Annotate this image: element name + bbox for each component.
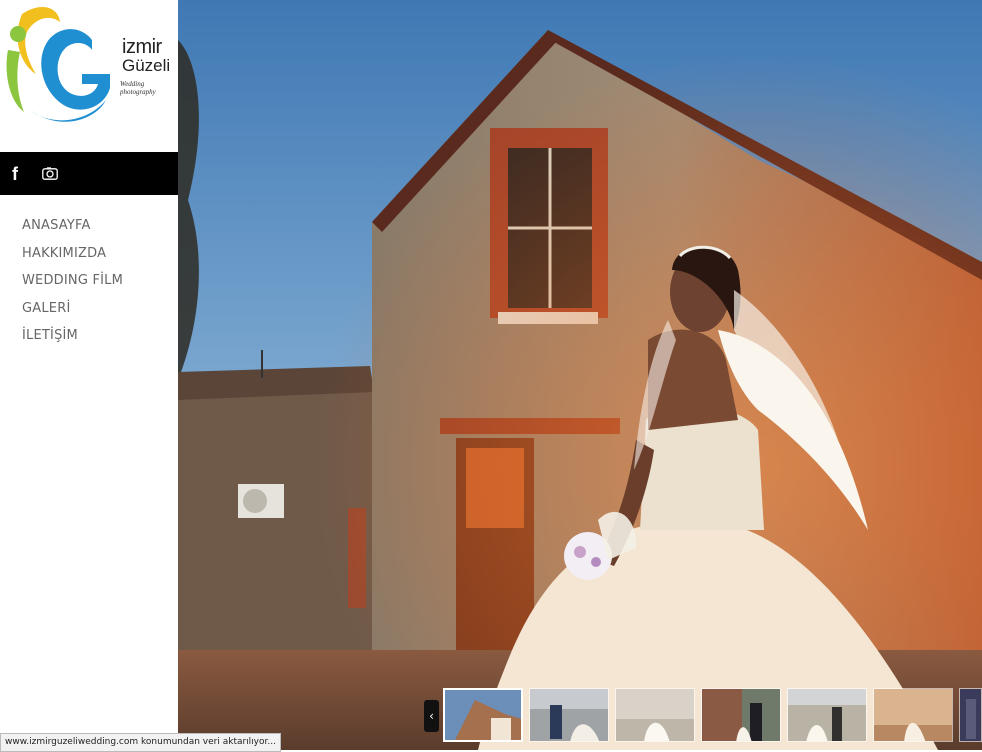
nav-item-iletisim[interactable]: İLETİŞİM [22, 326, 123, 354]
browser-status-bar: www.izmirguzeliwedding.com konumundan ve… [0, 733, 281, 752]
gallery-thumbnail[interactable] [873, 688, 953, 742]
gallery-thumbnail[interactable] [443, 688, 523, 742]
gallery-thumbnail[interactable] [959, 688, 982, 742]
thumbnail-image [616, 689, 694, 741]
thumbnail-image [788, 689, 866, 741]
bride-photo-image [178, 0, 982, 750]
thumbnail-image [874, 689, 952, 741]
thumbnail-image [530, 689, 608, 741]
gallery-thumbnail[interactable] [529, 688, 609, 742]
sidebar: izmir Güzeli Wedding photography f ANASA… [0, 0, 178, 750]
facebook-icon[interactable]: f [12, 164, 18, 185]
brand-name-line2: Güzeli [122, 56, 171, 75]
thumbnail-image [445, 690, 521, 740]
thumbnail-image [960, 689, 981, 741]
site-logo[interactable]: izmir Güzeli Wedding photography [0, 0, 178, 152]
nav-item-wedding-film[interactable]: WEDDING FİLM [22, 271, 123, 299]
thumbnail-image [702, 689, 780, 741]
main-nav: ANASAYFA HAKKIMIZDA WEDDING FİLM GALERİ … [22, 216, 123, 354]
nav-item-anasayfa[interactable]: ANASAYFA [22, 216, 123, 244]
logo-mark-icon [6, 7, 110, 122]
social-bar: f [0, 152, 178, 195]
brand-tagline: Wedding photography [120, 80, 156, 96]
gallery-prev-button[interactable]: ‹ [424, 700, 439, 732]
nav-item-hakkimizda[interactable]: HAKKIMIZDA [22, 244, 123, 272]
instagram-icon[interactable] [42, 167, 58, 180]
gallery-thumbnail[interactable] [701, 688, 781, 742]
gallery-thumbnail[interactable] [615, 688, 695, 742]
nav-item-galeri[interactable]: GALERİ [22, 299, 123, 327]
gallery-thumbnail[interactable] [787, 688, 867, 742]
hero-photo [178, 0, 982, 750]
